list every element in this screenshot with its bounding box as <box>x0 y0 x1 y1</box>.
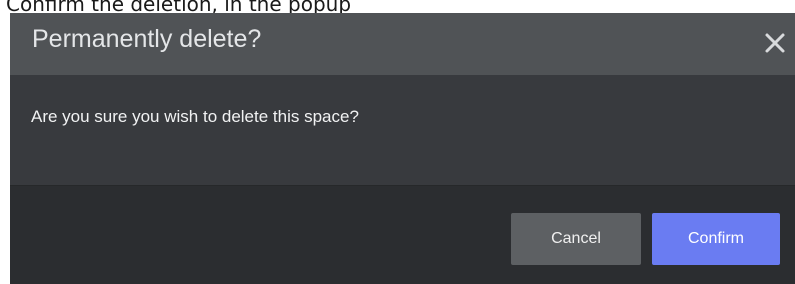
cancel-button[interactable]: Cancel <box>511 213 641 265</box>
dialog-title: Permanently delete? <box>32 25 262 53</box>
dialog-body: Are you sure you wish to delete this spa… <box>10 75 795 186</box>
delete-confirmation-dialog: Permanently delete? Are you sure you wis… <box>10 13 795 284</box>
dialog-footer: Cancel Confirm <box>10 186 795 284</box>
dialog-header: Permanently delete? <box>10 13 795 75</box>
confirm-button[interactable]: Confirm <box>652 213 780 265</box>
close-button[interactable] <box>755 22 795 66</box>
dialog-message: Are you sure you wish to delete this spa… <box>31 107 359 126</box>
close-icon <box>765 33 785 53</box>
